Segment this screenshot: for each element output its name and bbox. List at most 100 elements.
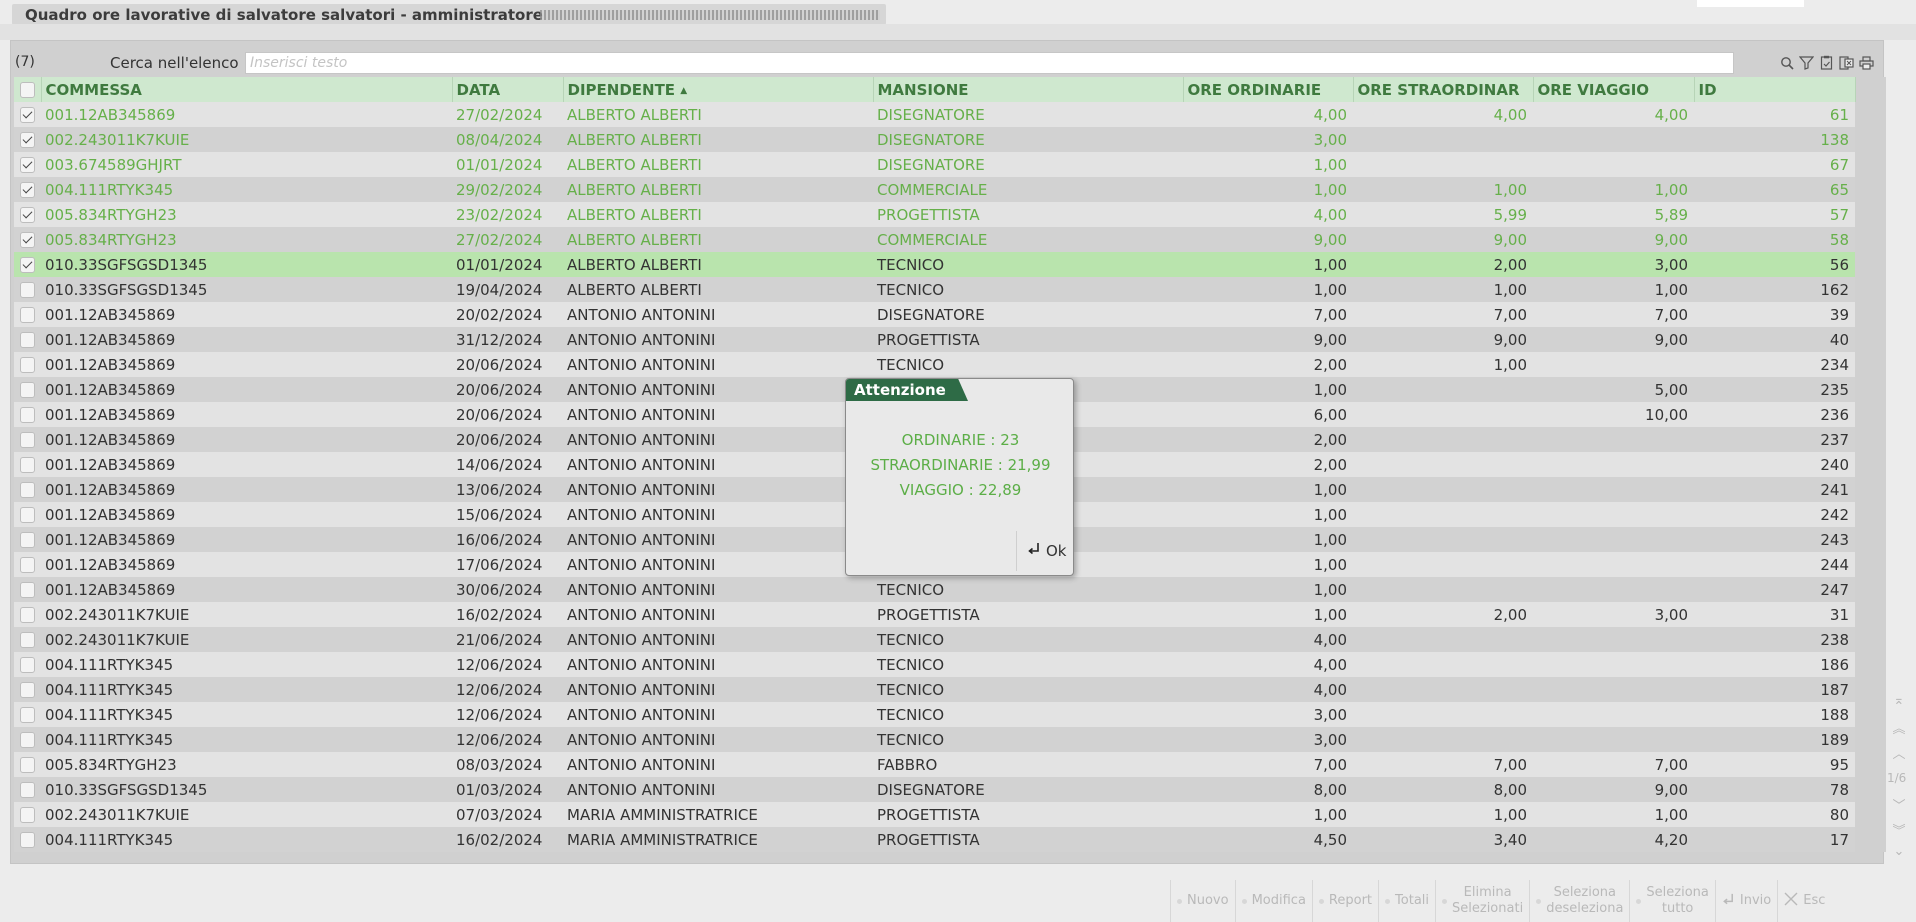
row-checkbox[interactable] xyxy=(14,427,41,452)
table-row[interactable]: 003.674589GHJRT 01/01/2024 ALBERTO ALBERTI… xyxy=(14,152,1886,177)
table-row[interactable]: 001.12AB345869 27/02/2024 ALBERTO ALBERTI D… xyxy=(14,102,1886,127)
row-checkbox[interactable] xyxy=(14,802,41,827)
row-checkbox[interactable] xyxy=(14,477,41,502)
modifica-button[interactable]: Modifica xyxy=(1234,880,1312,922)
row-checkbox[interactable] xyxy=(14,652,41,677)
table-row[interactable]: 005.834RTYGH23 23/02/2024 ALBERTO ALBERTI P… xyxy=(14,202,1886,227)
cell-ore-ordinarie: 1,00 xyxy=(1183,577,1353,602)
table-row[interactable]: 005.834RTYGH23 08/03/2024 ANTONIO ANTONINI… xyxy=(14,752,1886,777)
row-checkbox[interactable] xyxy=(14,552,41,577)
row-checkbox[interactable] xyxy=(14,752,41,777)
table-row[interactable]: 010.33SGFSGSD1345 01/03/2024 ANTONIO ANTON… xyxy=(14,777,1886,802)
cell-mansione: DISEGNATORE xyxy=(873,302,1183,327)
cell-ore-viaggio xyxy=(1533,577,1694,602)
column-header-ore-viaggio[interactable]: ORE VIAGGIO xyxy=(1533,77,1695,102)
row-checkbox[interactable] xyxy=(14,677,41,702)
table-row[interactable]: 001.12AB345869 31/12/2024 ANTONIO ANTONINI… xyxy=(14,327,1886,352)
table-row[interactable]: 001.12AB345869 30/06/2024 ANTONIO ANTONINI… xyxy=(14,577,1886,602)
search-input[interactable] xyxy=(245,52,1734,74)
row-checkbox[interactable] xyxy=(14,452,41,477)
invio-button[interactable]: Invio xyxy=(1714,880,1777,922)
row-checkbox[interactable] xyxy=(14,527,41,552)
table-row[interactable]: 010.33SGFSGSD1345 01/01/2024 ALBERTO ALBER… xyxy=(14,252,1886,277)
cell-ore-straordinarie xyxy=(1353,402,1533,427)
cell-ore-ordinarie: 1,00 xyxy=(1183,502,1353,527)
row-checkbox[interactable] xyxy=(14,602,41,627)
column-header-ore-straordinarie[interactable]: ORE STRAORDINAR xyxy=(1353,77,1534,102)
cell-ore-straordinarie: 1,00 xyxy=(1353,802,1533,827)
table-row[interactable]: 004.111RTYK345 12/06/2024 ANTONIO ANTONINI… xyxy=(14,652,1886,677)
column-header-dipendente[interactable]: DIPENDENTE ▲ xyxy=(563,77,874,102)
select-all-checkbox[interactable] xyxy=(14,77,42,102)
column-header-data[interactable]: DATA xyxy=(452,77,564,102)
elimina-selezionati-button[interactable]: Elimina Selezionati xyxy=(1435,880,1529,922)
row-checkbox[interactable] xyxy=(14,727,41,752)
nuovo-button[interactable]: Nuovo xyxy=(1170,880,1235,922)
row-checkbox[interactable] xyxy=(14,777,41,802)
table-row[interactable]: 010.33SGFSGSD1345 19/04/2024 ALBERTO ALBER… xyxy=(14,277,1886,302)
filter-icon[interactable] xyxy=(1798,54,1815,71)
table-row[interactable]: 004.111RTYK345 12/06/2024 ANTONIO ANTONINI… xyxy=(14,702,1886,727)
column-header-commessa[interactable]: COMMESSA xyxy=(41,77,453,102)
row-checkbox[interactable] xyxy=(14,627,41,652)
row-checkbox[interactable] xyxy=(14,402,41,427)
row-checkbox[interactable] xyxy=(14,252,41,277)
cell-data: 31/12/2024 xyxy=(452,327,563,352)
row-checkbox[interactable] xyxy=(14,577,41,602)
esc-button[interactable]: Esc xyxy=(1777,880,1831,922)
column-header-mansione[interactable]: MANSIONE xyxy=(873,77,1184,102)
ok-button[interactable]: Ok xyxy=(1016,531,1072,571)
column-header-id[interactable]: ID xyxy=(1694,77,1856,102)
table-row[interactable]: 001.12AB345869 20/06/2024 ANTONIO ANTONINI… xyxy=(14,352,1886,377)
cell-data: 29/02/2024 xyxy=(452,177,563,202)
scroll-down-icon[interactable]: ﹀ xyxy=(1889,795,1909,814)
cell-ore-ordinarie: 3,00 xyxy=(1183,727,1353,752)
table-row[interactable]: 004.111RTYK345 16/02/2024 MARIA AMMINISTRA… xyxy=(14,827,1886,852)
row-checkbox[interactable] xyxy=(14,227,41,252)
cell-ore-ordinarie: 8,00 xyxy=(1183,777,1353,802)
clipboard-icon[interactable] xyxy=(1818,54,1835,71)
row-checkbox[interactable] xyxy=(14,102,41,127)
table-row[interactable]: 004.111RTYK345 12/06/2024 ANTONIO ANTONINI… xyxy=(14,727,1886,752)
cell-data: 20/06/2024 xyxy=(452,352,563,377)
table-row[interactable]: 005.834RTYGH23 27/02/2024 ALBERTO ALBERTI C… xyxy=(14,227,1886,252)
row-spacer xyxy=(1855,502,1886,527)
row-checkbox[interactable] xyxy=(14,502,41,527)
table-row[interactable]: 002.243011K7KUIE 21/06/2024 ANTONIO ANTONI… xyxy=(14,627,1886,652)
row-checkbox[interactable] xyxy=(14,277,41,302)
cell-ore-viaggio xyxy=(1533,527,1694,552)
row-checkbox[interactable] xyxy=(14,202,41,227)
scroll-up-icon[interactable]: ︿ xyxy=(1889,743,1909,762)
seleziona-tutto-button[interactable]: Seleziona tutto xyxy=(1629,880,1714,922)
row-checkbox[interactable] xyxy=(14,127,41,152)
column-header-ore-ordinarie[interactable]: ORE ORDINARIE xyxy=(1183,77,1354,102)
cell-id: 17 xyxy=(1694,827,1855,852)
seleziona-deseleziona-button[interactable]: Seleziona deseleziona xyxy=(1529,880,1629,922)
cell-commessa: 001.12AB345869 xyxy=(41,377,452,402)
search-icon[interactable] xyxy=(1778,54,1795,71)
row-checkbox[interactable] xyxy=(14,702,41,727)
table-row[interactable]: 001.12AB345869 20/02/2024 ANTONIO ANTONINI… xyxy=(14,302,1886,327)
scroll-page-down-icon[interactable]: ︾ xyxy=(1889,820,1909,839)
row-checkbox[interactable] xyxy=(14,177,41,202)
row-checkbox[interactable] xyxy=(14,827,41,852)
table-row[interactable]: 002.243011K7KUIE 08/04/2024 ALBERTO ALBERT… xyxy=(14,127,1886,152)
table-row[interactable]: 002.243011K7KUIE 07/03/2024 MARIA AMMINIST… xyxy=(14,802,1886,827)
table-row[interactable]: 002.243011K7KUIE 16/02/2024 ANTONIO ANTONI… xyxy=(14,602,1886,627)
cell-ore-straordinarie xyxy=(1353,627,1533,652)
scroll-page-up-icon[interactable]: ︽ xyxy=(1889,718,1909,737)
table-row[interactable]: 004.111RTYK345 12/06/2024 ANTONIO ANTONINI… xyxy=(14,677,1886,702)
row-checkbox[interactable] xyxy=(14,327,41,352)
cell-ore-straordinarie: 9,00 xyxy=(1353,227,1533,252)
totali-button[interactable]: Totali xyxy=(1378,880,1435,922)
print-icon[interactable] xyxy=(1858,54,1875,71)
scroll-top-icon[interactable]: ⌅ xyxy=(1889,693,1909,708)
report-button[interactable]: Report xyxy=(1311,880,1378,922)
row-checkbox[interactable] xyxy=(14,377,41,402)
row-checkbox[interactable] xyxy=(14,352,41,377)
row-checkbox[interactable] xyxy=(14,152,41,177)
scroll-bottom-icon[interactable]: ⌄ xyxy=(1889,844,1909,859)
table-row[interactable]: 004.111RTYK345 29/02/2024 ALBERTO ALBERTI C… xyxy=(14,177,1886,202)
row-checkbox[interactable] xyxy=(14,302,41,327)
export-icon[interactable] xyxy=(1838,54,1855,71)
